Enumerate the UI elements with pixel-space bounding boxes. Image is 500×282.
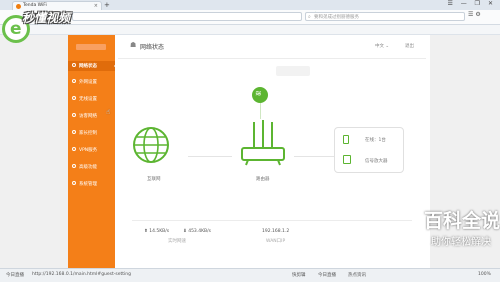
brand-logo [76,44,106,50]
upload-speed: ⬆ 14.5KB/s [144,229,170,234]
baidu-watermark-title: 百科全说 [424,210,500,232]
toolbar-extension-icons[interactable]: ☰⚙ [468,11,483,18]
user-icon: ☗ [130,41,137,49]
download-speed: ⬇ 453.4KB/s [183,229,211,234]
online-count: 在线：1台 [365,138,386,143]
search-input[interactable]: ⌕ 要和弟成过别丽德服务 [305,12,465,21]
sidebar-item-vpn[interactable]: VPN服务 [68,145,115,155]
status-url: http://192.168.0.1/main.html#guest-setti… [32,272,132,277]
connector-line [294,156,334,157]
guest-icon [72,113,76,117]
devices-panel[interactable]: 在线：1台 信号放大器 [334,127,404,173]
sidebar: 网络状态 外网设置 无线设置 访客网络 家长控制 VPN服务 高级功能 系统管理 [68,35,116,268]
sidebar-item-wan-settings[interactable]: 外网设置 [68,77,115,87]
router-label: 路由器 [256,177,270,182]
sidebar-item-system[interactable]: 系统管理 [68,179,115,189]
booster-label: 信号放大器 [365,159,388,164]
vpn-icon [72,147,76,151]
address-bar[interactable] [72,12,302,21]
bookmark-bar [0,25,500,35]
status-item[interactable]: 快剪辑 [292,272,306,278]
speed-label: 实时网速 [168,239,186,244]
tenda-favicon-icon [16,4,21,9]
page-title: 网络状态 [140,44,165,51]
router-icon[interactable] [238,120,288,168]
sidebar-item-label: 访客网络 [79,114,97,119]
status-icon [72,63,76,67]
advanced-icon [72,164,76,168]
window-controls[interactable]: ☰ — ❐ ✕ [447,0,496,7]
connector-line [188,156,232,157]
search-placeholder: 要和弟成过别丽德服务 [314,15,359,20]
tab-title: Tenda WiFi [23,3,47,8]
search-icon: ⌕ [308,14,311,20]
status-bar: 今日直播 http://192.168.0.1/main.html#guest-… [0,268,500,282]
globe-icon[interactable] [132,126,170,164]
wifi-icon[interactable]: ≋ [252,87,268,103]
blurred-ssid [276,66,310,76]
gear-icon [72,181,76,185]
sidebar-item-advanced[interactable]: 高级功能 [68,162,115,172]
sidebar-item-parental-control[interactable]: 家长控制 [68,128,115,138]
sidebar-item-label: VPN服务 [79,148,98,153]
sidebar-item-label: 无线设置 [79,97,97,102]
hand-cursor-icon: ☝ [106,108,111,116]
stats-divider [132,220,412,221]
video-watermark-logo: 秒懂视频 [22,11,71,25]
status-item[interactable]: 今日直播 [318,272,336,278]
sidebar-item-wireless[interactable]: 无线设置 [68,94,115,104]
header-divider [118,58,426,59]
language-select[interactable]: 中文 ⌄ [375,43,389,49]
wan-ip-label: WAN口IP [266,239,286,244]
globe-icon [72,79,76,83]
wifi-icon [72,96,76,100]
zoom-level[interactable]: 100% [478,272,491,277]
sidebar-item-label: 外网设置 [79,80,97,85]
status-item[interactable]: 热点资讯 [348,272,366,278]
wan-ip: 192.168.1.2 [262,229,290,234]
booster-icon [343,155,351,164]
new-tab-button[interactable]: + [104,1,110,9]
close-tab-icon[interactable]: × [94,3,98,9]
internet-label: 互联网 [147,177,161,182]
sidebar-item-network-status[interactable]: 网络状态 [68,61,116,71]
sidebar-item-label: 系统管理 [79,182,97,187]
baidu-watermark-subtitle: 助你轻松解决 [431,237,491,248]
sidebar-item-label: 家长控制 [79,131,97,136]
phone-icon [343,135,349,144]
exit-link[interactable]: 退出 [405,43,414,49]
sidebar-item-label: 高级功能 [79,165,97,170]
parent-icon [72,130,76,134]
sidebar-item-label: 网络状态 [79,64,97,69]
status-left-label[interactable]: 今日直播 [6,272,24,278]
connector-line [260,103,261,119]
